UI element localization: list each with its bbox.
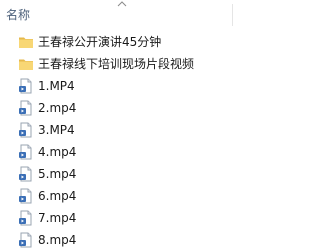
list-item[interactable]: 王春禄公开演讲45分钟 bbox=[0, 31, 244, 53]
list-item[interactable]: 4.mp4 bbox=[0, 141, 244, 163]
list-item[interactable]: 2.mp4 bbox=[0, 97, 244, 119]
list-item[interactable]: 1.MP4 bbox=[0, 75, 244, 97]
list-item[interactable]: 7.mp4 bbox=[0, 207, 244, 229]
column-header[interactable]: 名称 bbox=[0, 0, 244, 30]
file-name: 2.mp4 bbox=[38, 101, 77, 115]
video-file-icon bbox=[19, 188, 32, 204]
file-name: 4.mp4 bbox=[38, 145, 77, 159]
video-file-icon bbox=[19, 232, 32, 248]
column-divider[interactable] bbox=[232, 4, 233, 26]
file-name: 3.MP4 bbox=[38, 123, 75, 137]
video-file-icon bbox=[19, 122, 32, 138]
folder-icon bbox=[19, 59, 33, 70]
video-file-icon bbox=[19, 78, 32, 94]
file-name: 5.mp4 bbox=[38, 167, 77, 181]
video-file-icon bbox=[19, 144, 32, 160]
file-name: 王春禄公开演讲45分钟 bbox=[38, 35, 162, 49]
sort-chevron-up-icon bbox=[117, 1, 127, 7]
folder-icon bbox=[19, 37, 33, 48]
file-list: 王春禄公开演讲45分钟 王春禄线下培训现场片段视频 1.MP4 2.mp4 3.… bbox=[0, 31, 244, 251]
video-file-icon bbox=[19, 166, 32, 182]
file-explorer-window: 名称 王春禄公开演讲45分钟 王春禄线下培训现场片段视频 1.MP4 2.mp4… bbox=[0, 0, 244, 252]
file-name: 1.MP4 bbox=[38, 79, 75, 93]
list-item[interactable]: 8.mp4 bbox=[0, 229, 244, 251]
file-name: 8.mp4 bbox=[38, 233, 77, 247]
name-column-header[interactable]: 名称 bbox=[6, 8, 30, 22]
list-item[interactable]: 6.mp4 bbox=[0, 185, 244, 207]
file-name: 6.mp4 bbox=[38, 189, 77, 203]
list-item[interactable]: 5.mp4 bbox=[0, 163, 244, 185]
list-item[interactable]: 王春禄线下培训现场片段视频 bbox=[0, 53, 244, 75]
video-file-icon bbox=[19, 210, 32, 226]
video-file-icon bbox=[19, 100, 32, 116]
file-name: 王春禄线下培训现场片段视频 bbox=[38, 57, 195, 71]
list-item[interactable]: 3.MP4 bbox=[0, 119, 244, 141]
file-name: 7.mp4 bbox=[38, 211, 77, 225]
